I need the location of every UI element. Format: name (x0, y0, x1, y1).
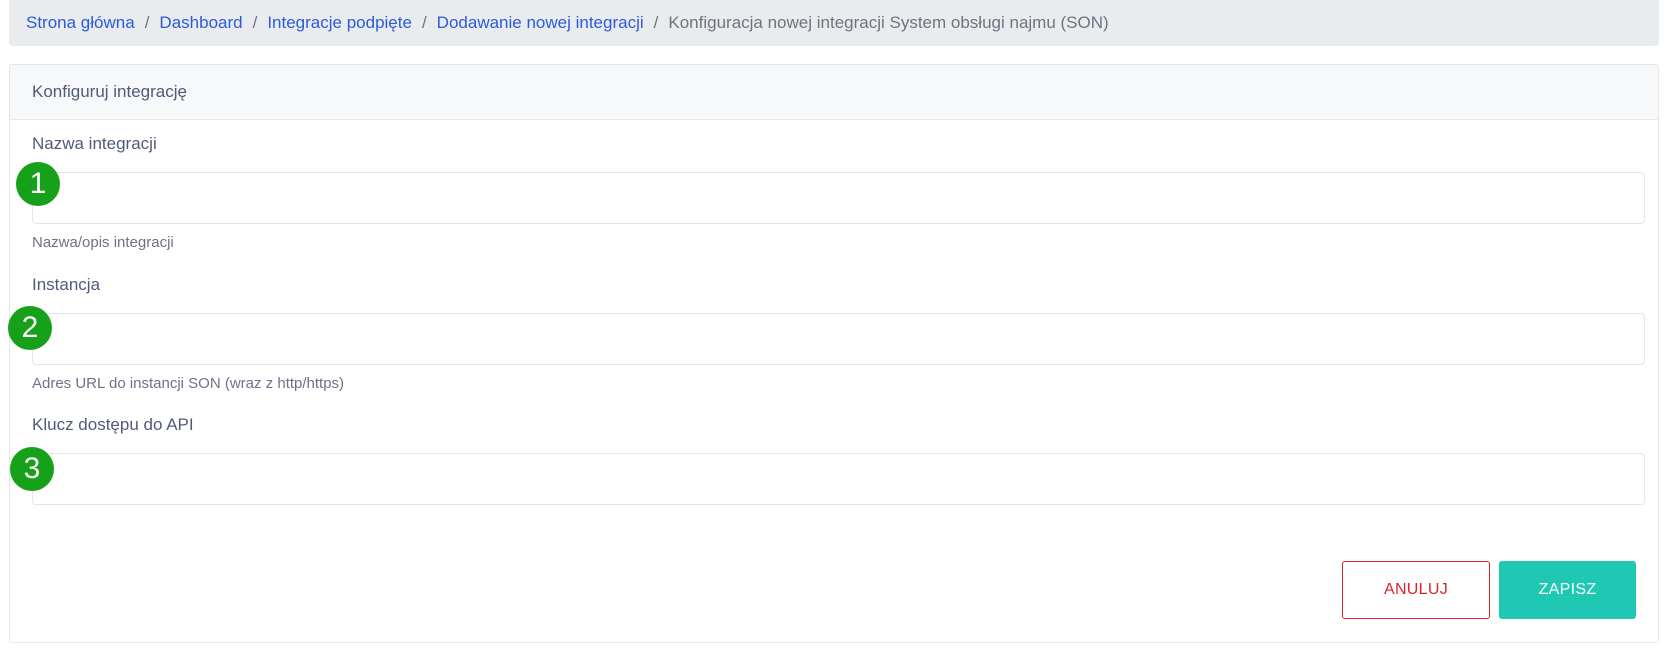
integration-name-input[interactable] (32, 172, 1645, 224)
integration-name-help: Nazwa/opis integracji (32, 234, 174, 251)
breadcrumb-separator: / (252, 13, 258, 32)
breadcrumb-current: Konfiguracja nowej integracji System obs… (668, 13, 1109, 32)
save-button[interactable]: ZAPISZ (1499, 561, 1636, 619)
breadcrumb-link-add-integration[interactable]: Dodawanie nowej integracji (437, 13, 644, 33)
api-key-label: Klucz dostępu do API (32, 415, 194, 434)
instance-label: Instancja (32, 275, 101, 294)
breadcrumb-link-connected-integrations[interactable]: Integracje podpięte (267, 13, 412, 33)
breadcrumb-link-dashboard[interactable]: Dashboard (159, 13, 242, 33)
breadcrumb-separator: / (653, 13, 659, 32)
instance-field: Instancja Adres URL do instancji SON (wr… (32, 272, 1645, 395)
breadcrumb-link-home[interactable]: Strona główna (26, 13, 135, 33)
integration-name-field: Nazwa integracji Nazwa/opis integracji (32, 131, 1645, 254)
api-key-field: Klucz dostępu do API (32, 412, 1645, 505)
breadcrumb-separator: / (421, 13, 427, 32)
card-header: Konfiguruj integrację (10, 65, 1658, 120)
instance-url-input[interactable] (32, 313, 1645, 365)
breadcrumb: Strona główna / Dashboard / Integracje p… (9, 0, 1659, 46)
configure-integration-card: Konfiguruj integrację Nazwa integracji N… (9, 64, 1659, 643)
breadcrumb-separator: / (144, 13, 150, 32)
step-marker-3: 3 (10, 447, 54, 491)
cancel-button[interactable]: ANULUJ (1342, 561, 1490, 619)
instance-help: Adres URL do instancji SON (wraz z http/… (32, 375, 345, 392)
step-marker-2: 2 (8, 306, 52, 350)
step-marker-1: 1 (16, 162, 60, 206)
api-key-input[interactable] (32, 453, 1645, 505)
integration-name-label: Nazwa integracji (32, 134, 157, 153)
